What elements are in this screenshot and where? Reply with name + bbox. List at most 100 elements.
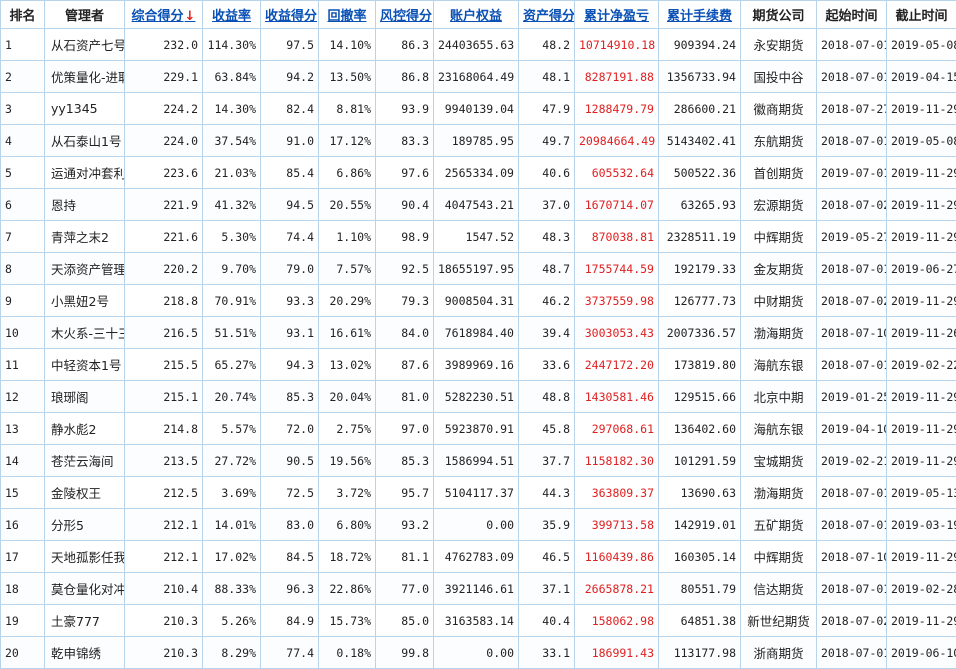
cell-risk-score: 81.0 (376, 381, 434, 413)
cell-return-score: 93.1 (261, 317, 319, 349)
cell-asset-score: 40.6 (519, 157, 575, 189)
column-header-manager: 管理者 (45, 1, 125, 29)
cell-risk-score: 99.8 (376, 637, 434, 669)
cell-drawdown-rate: 14.10% (319, 29, 376, 61)
cell-return-score: 94.2 (261, 61, 319, 93)
table-row: 18莫仓量化对冲1210.488.33%96.322.86%77.0392114… (1, 573, 956, 605)
cell-net-pnl: 605532.64 (575, 157, 659, 189)
cell-total-score: 221.6 (125, 221, 203, 253)
cell-risk-score: 85.0 (376, 605, 434, 637)
cell-total-score: 212.1 (125, 509, 203, 541)
column-header-return-rate[interactable]: 收益率 (203, 1, 261, 29)
cell-manager: 从石泰山1号 (45, 125, 125, 157)
cell-rank: 12 (1, 381, 45, 413)
cell-return-rate: 5.30% (203, 221, 261, 253)
cell-end-date: 2019-11-29 (887, 445, 956, 477)
column-header-net-pnl[interactable]: 累计净盈亏 (575, 1, 659, 29)
cell-net-pnl: 158062.98 (575, 605, 659, 637)
cell-manager: 琅琊阁 (45, 381, 125, 413)
cell-start-date: 2018-07-01 (817, 477, 887, 509)
column-header-label: 账户权益 (450, 9, 502, 24)
cell-return-rate: 21.03% (203, 157, 261, 189)
cell-start-date: 2019-07-01 (817, 157, 887, 189)
cell-risk-score: 77.0 (376, 573, 434, 605)
cell-commission: 142919.01 (659, 509, 741, 541)
cell-rank: 19 (1, 605, 45, 637)
column-header-commission[interactable]: 累计手续费 (659, 1, 741, 29)
cell-risk-score: 85.3 (376, 445, 434, 477)
cell-rank: 14 (1, 445, 45, 477)
cell-manager: 恩持 (45, 189, 125, 221)
cell-commission: 286600.21 (659, 93, 741, 125)
column-header-account-equity[interactable]: 账户权益 (434, 1, 519, 29)
cell-return-score: 79.0 (261, 253, 319, 285)
cell-rank: 1 (1, 29, 45, 61)
cell-account-equity: 5282230.51 (434, 381, 519, 413)
cell-net-pnl: 297068.61 (575, 413, 659, 445)
column-header-futures-company: 期货公司 (741, 1, 817, 29)
cell-net-pnl: 399713.58 (575, 509, 659, 541)
cell-return-score: 96.3 (261, 573, 319, 605)
cell-risk-score: 79.3 (376, 285, 434, 317)
cell-futures-company: 渤海期货 (741, 477, 817, 509)
cell-futures-company: 中辉期货 (741, 541, 817, 573)
cell-drawdown-rate: 6.80% (319, 509, 376, 541)
cell-start-date: 2018-07-01 (817, 509, 887, 541)
cell-return-score: 94.3 (261, 349, 319, 381)
column-header-label: 期货公司 (752, 9, 804, 24)
table-row: 8天添资产管理220.29.70%79.07.57%92.518655197.9… (1, 253, 956, 285)
cell-return-rate: 51.51% (203, 317, 261, 349)
cell-net-pnl: 186991.43 (575, 637, 659, 669)
cell-futures-company: 海航东银 (741, 349, 817, 381)
cell-account-equity: 3921146.61 (434, 573, 519, 605)
cell-drawdown-rate: 15.73% (319, 605, 376, 637)
cell-commission: 101291.59 (659, 445, 741, 477)
cell-commission: 80551.79 (659, 573, 741, 605)
cell-start-date: 2018-07-01 (817, 253, 887, 285)
column-header-risk-score[interactable]: 风控得分 (376, 1, 434, 29)
table-row: 5运通对冲套利进223.621.03%85.46.86%97.62565334.… (1, 157, 956, 189)
cell-manager: 乾申锦绣 (45, 637, 125, 669)
cell-rank: 17 (1, 541, 45, 573)
cell-net-pnl: 3737559.98 (575, 285, 659, 317)
cell-account-equity: 3163583.14 (434, 605, 519, 637)
cell-asset-score: 48.1 (519, 61, 575, 93)
cell-manager: 从石资产七号 (45, 29, 125, 61)
cell-rank: 6 (1, 189, 45, 221)
cell-return-score: 82.4 (261, 93, 319, 125)
column-header-asset-score[interactable]: 资产得分 (519, 1, 575, 29)
cell-rank: 2 (1, 61, 45, 93)
column-header-drawdown-rate[interactable]: 回撤率 (319, 1, 376, 29)
table-row: 16分形5212.114.01%83.06.80%93.20.0035.9399… (1, 509, 956, 541)
column-header-label: 管理者 (65, 9, 104, 24)
cell-manager: 分形5 (45, 509, 125, 541)
cell-drawdown-rate: 1.10% (319, 221, 376, 253)
cell-commission: 13690.63 (659, 477, 741, 509)
cell-total-score: 218.8 (125, 285, 203, 317)
cell-account-equity: 0.00 (434, 637, 519, 669)
cell-account-equity: 2565334.09 (434, 157, 519, 189)
cell-end-date: 2019-11-29 (887, 541, 956, 573)
column-header-total-score[interactable]: 综合得分↓ (125, 1, 203, 29)
column-header-label: 收益率 (212, 9, 251, 24)
cell-return-score: 77.4 (261, 637, 319, 669)
cell-total-score: 213.5 (125, 445, 203, 477)
cell-total-score: 216.5 (125, 317, 203, 349)
cell-account-equity: 7618984.40 (434, 317, 519, 349)
cell-rank: 4 (1, 125, 45, 157)
cell-asset-score: 35.9 (519, 509, 575, 541)
cell-manager: 莫仓量化对冲1 (45, 573, 125, 605)
cell-asset-score: 48.7 (519, 253, 575, 285)
cell-total-score: 229.1 (125, 61, 203, 93)
cell-return-score: 72.5 (261, 477, 319, 509)
cell-total-score: 212.1 (125, 541, 203, 573)
cell-return-score: 74.4 (261, 221, 319, 253)
cell-futures-company: 五矿期货 (741, 509, 817, 541)
column-header-return-score[interactable]: 收益得分 (261, 1, 319, 29)
cell-account-equity: 0.00 (434, 509, 519, 541)
table-row: 12琅琊阁215.120.74%85.320.04%81.05282230.51… (1, 381, 956, 413)
table-row: 11中轻资本1号215.565.27%94.313.02%87.63989969… (1, 349, 956, 381)
cell-manager: 土豪777 (45, 605, 125, 637)
cell-return-rate: 70.91% (203, 285, 261, 317)
cell-commission: 192179.33 (659, 253, 741, 285)
